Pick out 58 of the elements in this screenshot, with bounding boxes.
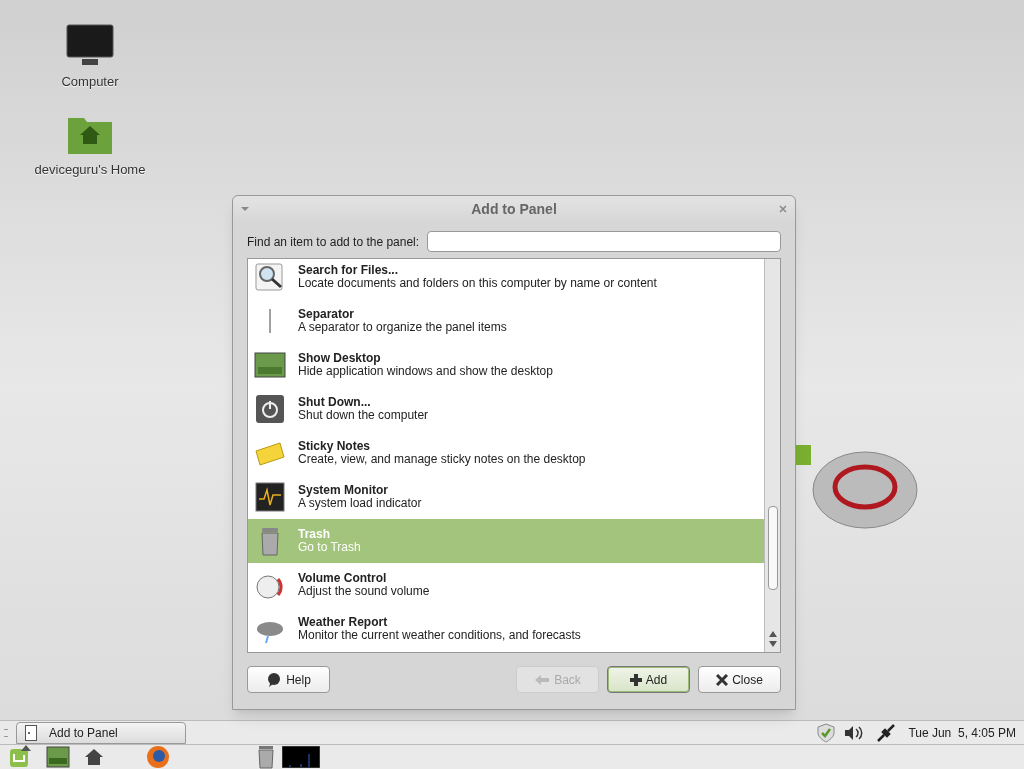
scroll-arrows-icon[interactable] <box>768 630 777 648</box>
list-item[interactable]: Sticky Notes Create, view, and manage sticky notes on the desktop <box>248 431 764 475</box>
vertical-line-icon <box>269 309 271 333</box>
close-icon <box>716 673 729 686</box>
item-name: Volume Control <box>298 572 388 585</box>
power-icon <box>254 393 286 425</box>
item-name: System Monitor <box>298 484 389 497</box>
item-description: A system load indicator <box>298 497 422 510</box>
desktop-icon-label[interactable]: Computer <box>61 72 119 92</box>
plug-icon[interactable] <box>876 722 897 743</box>
desktop-icon[interactable] <box>46 745 70 769</box>
menu-logo-icon[interactable] <box>8 745 32 769</box>
list-item[interactable]: System Monitor A system load indicator <box>248 475 764 519</box>
item-description: A separator to organize the panel items <box>298 321 507 334</box>
close-icon[interactable] <box>779 205 787 213</box>
item-description: Monitor the current weather conditions, and forecasts <box>298 629 581 642</box>
item-name: Separator <box>298 308 356 321</box>
taskbar-window-button[interactable]: Add to Panel <box>16 721 186 744</box>
item-name: Search for Files... <box>298 264 400 277</box>
item-description: Create, view, and manage sticky notes on the desktop <box>298 453 586 466</box>
item-description: Adjust the sound volume <box>298 585 430 598</box>
list-item[interactable]: Separator A separator to organize the panel items <box>248 299 764 343</box>
close-button[interactable]: Close <box>698 666 781 693</box>
globe-icon[interactable] <box>146 745 170 769</box>
clock[interactable]: Tue Jun 5, 4:05 PM <box>908 723 1016 742</box>
plus-icon <box>629 673 642 686</box>
trash-icon[interactable] <box>256 745 276 769</box>
home-icon[interactable] <box>84 747 104 767</box>
scrollbar[interactable] <box>764 259 780 652</box>
list-item[interactable]: Show Desktop Hide application windows and show the desktop <box>248 343 764 387</box>
list-item[interactable]: Weather Report Monitor the current weather conditions, and forecasts <box>248 607 764 651</box>
speaker-icon[interactable] <box>844 724 865 741</box>
monitor-icon <box>254 481 286 513</box>
monitor-icon <box>66 24 114 68</box>
caret-icon[interactable] <box>241 205 249 213</box>
item-description: Shut down the computer <box>298 409 429 422</box>
item-name: Weather Report <box>298 616 389 629</box>
item-description: Hide application windows and show the desktop <box>298 365 553 378</box>
help-button[interactable]: Help <box>247 666 330 693</box>
shield-check-icon[interactable] <box>816 722 837 743</box>
list-item[interactable]: Search for Files... Locate documents and folders on this computer by name or content <box>248 259 764 299</box>
list-item[interactable]: Volume Control Adjust the sound volume <box>248 563 764 607</box>
item-name: Trash <box>298 528 331 541</box>
window-icon <box>25 724 37 741</box>
search-label: Find an item to add to the panel: <box>247 233 420 251</box>
search-field[interactable] <box>427 231 781 252</box>
item-description: Locate documents and folders on this computer by name or content <box>298 277 657 290</box>
item-description: Go to Trash <box>298 541 361 554</box>
window-title: Add to Panel <box>470 199 558 219</box>
item-name: Sticky Notes <box>298 440 372 453</box>
add-button[interactable]: Add <box>607 666 690 693</box>
item-name: Shut Down... <box>298 396 372 409</box>
desktop-icon <box>254 349 286 381</box>
help-icon <box>266 671 283 688</box>
list-item[interactable]: Shut Down... Shut down the computer <box>248 387 764 431</box>
scrollbar-thumb[interactable] <box>767 506 778 590</box>
desktop-icon-label[interactable]: deviceguru's Home <box>34 159 146 179</box>
item-name: Show Desktop <box>298 352 382 365</box>
